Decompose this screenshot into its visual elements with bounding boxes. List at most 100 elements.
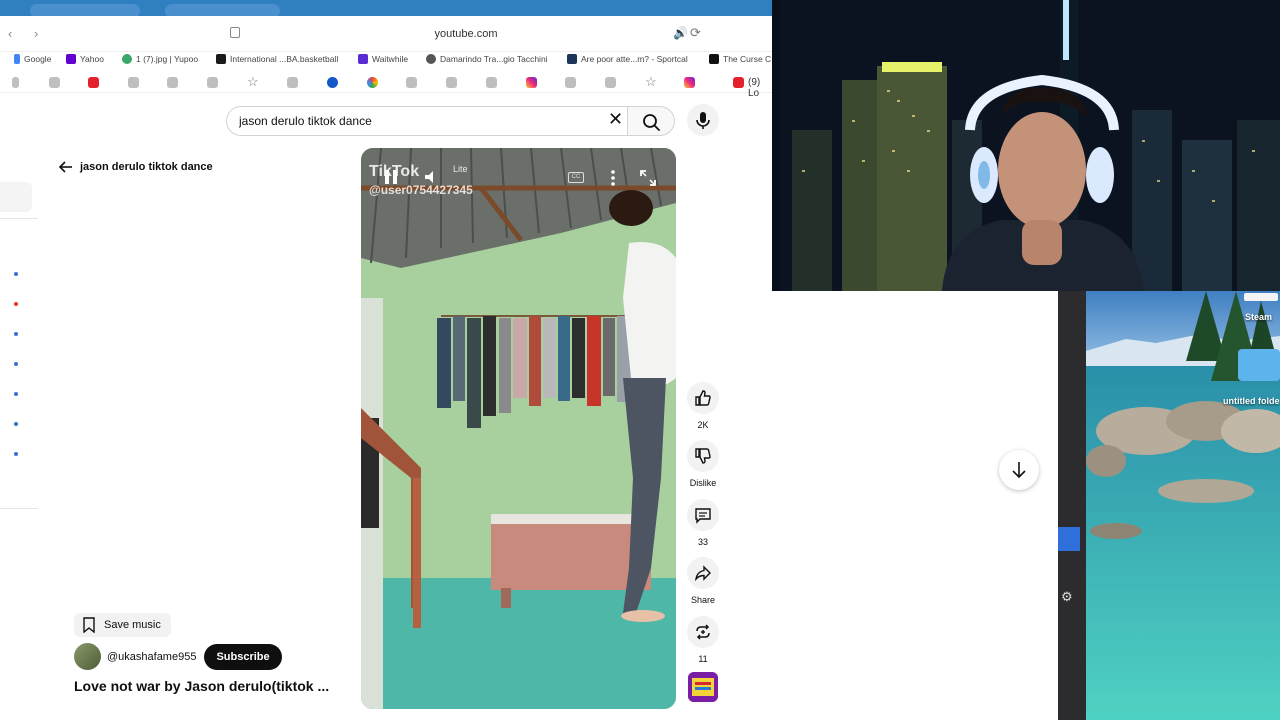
browser-top-strip [0, 0, 772, 18]
comments-action: 33 [686, 499, 720, 547]
clear-search-icon[interactable]: ✕ [608, 109, 623, 130]
bookmark-yahoo[interactable]: Yahoo [66, 54, 104, 64]
bookmark-damarindo[interactable]: Damarindo Tra...gio Tacchini [426, 54, 548, 64]
speaker-icon[interactable]: 🔊 [673, 26, 688, 40]
sidebar-divider [0, 508, 38, 509]
captions-icon[interactable]: CC [568, 172, 584, 183]
reload-icon[interactable]: ⟳ [690, 25, 701, 41]
channel-name[interactable]: @ukashafame955 [107, 651, 196, 663]
sidebar-selected-item[interactable] [0, 182, 32, 212]
folder-icon[interactable] [1238, 349, 1280, 381]
shorts-video-player[interactable]: TikTok Lite @user0754427345 CC [361, 148, 676, 709]
dislike-label: Dislike [689, 478, 717, 488]
search-box [226, 106, 628, 136]
desktop-icon-steam[interactable]: Steam [1245, 312, 1272, 322]
webcam-image [772, 0, 1280, 291]
bookmark-waitwhile[interactable]: Waitwhile [358, 54, 408, 64]
album-art-icon [688, 672, 718, 702]
tab-favicon-icon[interactable] [446, 77, 457, 88]
tab-favicon-icon[interactable] [486, 77, 497, 88]
sportcal-icon [567, 54, 577, 64]
desktop-icon-folder[interactable]: untitled folde [1223, 396, 1280, 406]
gear-icon[interactable]: ⚙ [1061, 589, 1073, 605]
sidebar-item-dot[interactable] [14, 272, 18, 276]
sidebar-item-dot[interactable] [14, 422, 18, 426]
like-button[interactable] [687, 382, 719, 414]
sidebar-item-dot[interactable] [14, 332, 18, 336]
globe-tab-icon[interactable] [327, 77, 338, 88]
youtube-tab-icon[interactable] [88, 77, 99, 88]
yahoo-icon [66, 54, 76, 64]
thumbs-up-icon [695, 390, 711, 406]
youtube-tab-icon[interactable] [733, 77, 744, 88]
channel-avatar[interactable] [74, 643, 101, 670]
tab-favicon-icon[interactable] [207, 77, 218, 88]
yupoo-icon [122, 54, 132, 64]
sidebar-item-dot[interactable] [14, 362, 18, 366]
instagram-tab-icon[interactable] [684, 77, 695, 88]
video-title[interactable]: Love not war by Jason derulo(tiktok ... [74, 678, 329, 694]
save-music-button[interactable]: Save music [74, 613, 171, 637]
back-label: jason derulo tiktok dance [80, 161, 213, 173]
waitwhile-icon [358, 54, 368, 64]
tab-favicon-icon[interactable] [287, 77, 298, 88]
photos-tab-icon[interactable] [367, 77, 378, 88]
microphone-icon [696, 112, 710, 129]
google-icon [14, 54, 20, 64]
remix-count: 11 [698, 654, 708, 664]
comments-button[interactable] [687, 499, 719, 531]
thumbs-down-icon [695, 448, 711, 464]
more-vert-icon[interactable] [607, 168, 619, 188]
star-icon[interactable]: ☆ [247, 74, 259, 90]
scroll-down-button[interactable] [999, 450, 1039, 490]
arrow-down-icon [1012, 462, 1026, 479]
bookmark-icon [83, 617, 95, 633]
comments-count: 33 [697, 537, 708, 547]
steam-icon[interactable] [1244, 293, 1278, 301]
address-bar[interactable]: ‹ › youtube.com 🔊 ⟳ [0, 16, 772, 52]
subscribe-button[interactable]: Subscribe [204, 643, 282, 670]
active-tab-title[interactable]: (9) Lo [748, 77, 772, 99]
tab-favicon-icon[interactable] [565, 77, 576, 88]
tab-favicon-icon[interactable] [12, 77, 19, 88]
bookmark-basketball[interactable]: International ...BA.basketball [216, 54, 338, 64]
tiktok-watermark-suffix: Lite [453, 164, 468, 174]
share-button[interactable] [687, 557, 719, 589]
fullscreen-icon[interactable] [639, 169, 657, 187]
remix-button[interactable] [687, 616, 719, 648]
blank-panel [772, 291, 1058, 720]
pause-icon[interactable] [383, 168, 399, 186]
tab-favicon-icon[interactable] [49, 77, 60, 88]
bookmarks-bar: Google Yahoo 1 (7).jpg | Yupoo Internati… [0, 52, 772, 70]
bookmark-google[interactable]: Google [14, 54, 51, 64]
bookmark-curse[interactable]: The Curse C [709, 54, 771, 64]
bookmark-sportcal[interactable]: Are poor atte...m? - Sportcal [567, 54, 688, 64]
sidebar-item-dot[interactable] [14, 392, 18, 396]
remix-icon [696, 624, 710, 640]
like-count: 2K [697, 420, 709, 430]
music-thumbnail[interactable] [688, 672, 718, 702]
channel-row: @ukashafame955 Subscribe [74, 643, 282, 670]
tab-favicon-icon[interactable] [167, 77, 178, 88]
volume-icon[interactable] [423, 168, 441, 186]
dislike-button[interactable] [687, 440, 719, 472]
search-input[interactable] [239, 114, 599, 128]
sidebar-divider [0, 218, 38, 219]
shorts-back-link[interactable]: jason derulo tiktok dance [58, 159, 213, 175]
voice-search-button[interactable] [687, 104, 719, 136]
tab-favicon-icon[interactable] [605, 77, 616, 88]
search-button[interactable] [628, 106, 675, 136]
screen: ‹ › youtube.com 🔊 ⟳ Google Yahoo 1 (7).j… [0, 0, 1280, 720]
bookmark-yupoo[interactable]: 1 (7).jpg | Yupoo [122, 54, 198, 64]
instagram-tab-icon[interactable] [526, 77, 537, 88]
remix-action: 11 [686, 616, 720, 664]
share-label: Share [690, 595, 716, 605]
sidebar-live-icon[interactable] [14, 302, 18, 306]
tab-favicon-icon[interactable] [128, 77, 139, 88]
sidebar-item-dot[interactable] [14, 452, 18, 456]
url-text[interactable]: youtube.com [0, 28, 772, 40]
selected-item[interactable] [1058, 527, 1080, 551]
star-icon[interactable]: ☆ [645, 74, 657, 90]
share-arrow-icon [694, 565, 711, 582]
tab-favicon-icon[interactable] [406, 77, 417, 88]
